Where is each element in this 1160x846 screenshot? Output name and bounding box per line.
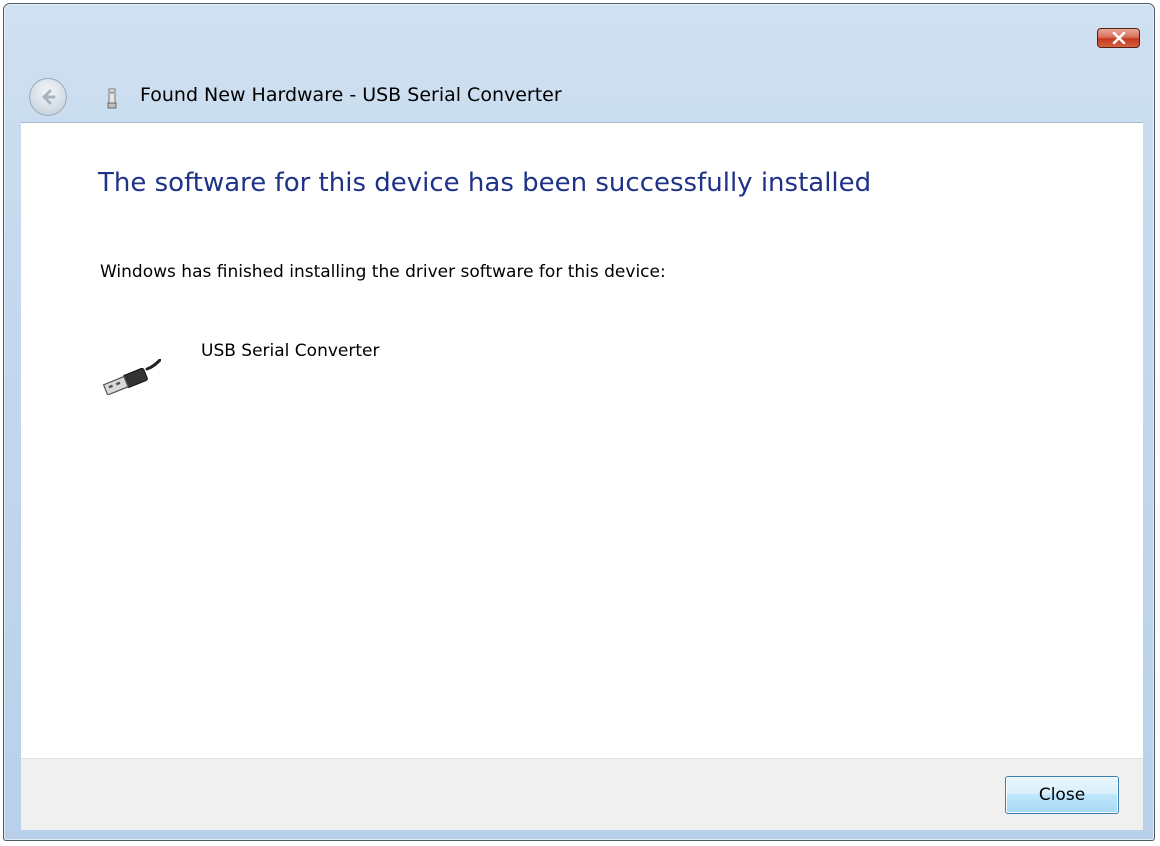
close-icon (1112, 32, 1125, 44)
window-close-button[interactable] (1097, 28, 1140, 48)
description-text: Windows has finished installing the driv… (100, 262, 666, 282)
device-name: USB Serial Converter (201, 341, 380, 361)
found-new-hardware-window: Found New Hardware - USB Serial Converte… (3, 3, 1155, 841)
dialog-footer: Close (21, 758, 1143, 830)
success-heading: The software for this device has been su… (98, 168, 872, 198)
usb-cable-icon (102, 359, 161, 395)
close-button[interactable]: Close (1005, 776, 1119, 814)
back-button[interactable] (29, 78, 67, 116)
usb-plug-small-icon (107, 88, 117, 109)
back-arrow-icon (42, 89, 56, 105)
content-panel: The software for this device has been su… (21, 122, 1143, 758)
window-title: Found New Hardware - USB Serial Converte… (140, 84, 562, 106)
